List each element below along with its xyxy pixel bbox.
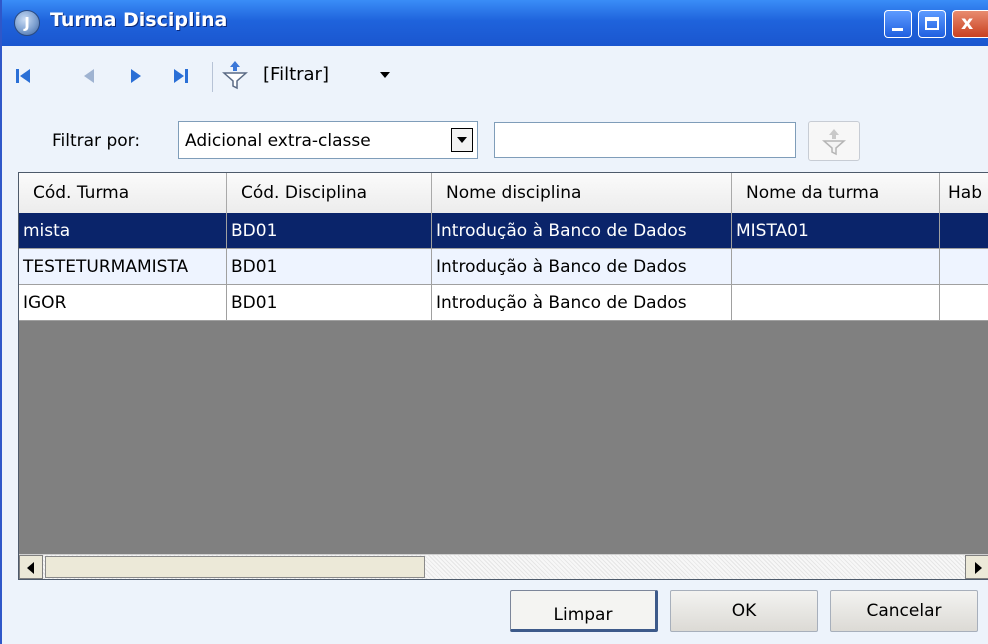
limpar-button[interactable]: Limpar xyxy=(510,590,658,632)
maximize-icon xyxy=(925,17,939,30)
dropdown-arrow-icon[interactable] xyxy=(380,72,390,78)
cell-hab xyxy=(940,213,988,249)
apply-filter-button[interactable] xyxy=(808,121,860,161)
minimize-button[interactable] xyxy=(884,10,912,38)
filter-funnel-icon[interactable] xyxy=(222,60,248,90)
cell-hab xyxy=(940,285,988,321)
horizontal-scrollbar[interactable] xyxy=(19,554,988,579)
filtrar-button[interactable]: [Filtrar] xyxy=(263,64,329,85)
column-header-cod-disciplina[interactable]: Cód. Disciplina xyxy=(227,173,432,213)
navigation-toolbar: [Filtrar] xyxy=(2,46,988,108)
close-button[interactable]: x xyxy=(952,10,988,38)
table-row[interactable]: TESTETURMAMISTA BD01 Introdução à Banco … xyxy=(19,249,988,285)
cell-cod-disciplina: BD01 xyxy=(227,213,432,249)
cell-nome-disciplina: Introdução à Banco de Dados xyxy=(432,249,732,285)
grid-header: Cód. Turma Cód. Disciplina Nome discipli… xyxy=(19,173,988,214)
ok-button[interactable]: OK xyxy=(670,590,818,632)
data-grid[interactable]: Cód. Turma Cód. Disciplina Nome discipli… xyxy=(18,172,988,580)
toolbar-separator xyxy=(212,62,213,92)
filter-field-value: Adicional extra-classe xyxy=(185,131,371,151)
title-bar[interactable]: J Turma Disciplina x xyxy=(2,0,988,46)
cell-cod-turma: mista xyxy=(19,213,227,249)
last-record-icon[interactable] xyxy=(170,66,190,86)
previous-record-icon[interactable] xyxy=(80,66,100,86)
cell-nome-disciplina: Introdução à Banco de Dados xyxy=(432,285,732,321)
first-record-icon[interactable] xyxy=(14,66,34,86)
window-title: Turma Disciplina xyxy=(50,9,228,31)
cell-cod-turma: TESTETURMAMISTA xyxy=(19,249,227,285)
turma-disciplina-window: J Turma Disciplina x [Filtrar] Filtrar p… xyxy=(0,0,988,644)
scroll-right-icon[interactable] xyxy=(965,555,988,579)
column-header-hab[interactable]: Hab xyxy=(940,173,988,213)
cell-nome-disciplina: Introdução à Banco de Dados xyxy=(432,213,732,249)
filter-field-select[interactable]: Adicional extra-classe xyxy=(178,121,478,159)
column-header-cod-turma[interactable]: Cód. Turma xyxy=(19,173,227,213)
next-record-icon[interactable] xyxy=(126,66,146,86)
cell-cod-disciplina: BD01 xyxy=(227,249,432,285)
cell-cod-disciplina: BD01 xyxy=(227,285,432,321)
table-row[interactable]: mista BD01 Introdução à Banco de Dados M… xyxy=(19,213,988,249)
cell-hab xyxy=(940,249,988,285)
cell-cod-turma: IGOR xyxy=(19,285,227,321)
column-header-nome-turma[interactable]: Nome da turma xyxy=(732,173,940,213)
cancelar-button[interactable]: Cancelar xyxy=(830,590,978,632)
cell-nome-turma: MISTA01 xyxy=(732,213,940,249)
column-header-nome-disciplina[interactable]: Nome disciplina xyxy=(432,173,732,213)
scroll-left-icon[interactable] xyxy=(19,555,43,579)
filter-label: Filtrar por: xyxy=(52,131,141,151)
filter-value-input[interactable] xyxy=(494,122,796,158)
chevron-down-icon[interactable] xyxy=(451,128,473,152)
scrollbar-thumb[interactable] xyxy=(45,556,425,578)
cell-nome-turma xyxy=(732,249,940,285)
maximize-button[interactable] xyxy=(918,10,946,38)
app-icon: J xyxy=(14,10,40,36)
apply-filter-icon xyxy=(822,129,846,156)
cell-nome-turma xyxy=(732,285,940,321)
minimize-icon xyxy=(892,28,903,31)
close-icon: x xyxy=(961,12,974,34)
table-row[interactable]: IGOR BD01 Introdução à Banco de Dados xyxy=(19,285,988,321)
